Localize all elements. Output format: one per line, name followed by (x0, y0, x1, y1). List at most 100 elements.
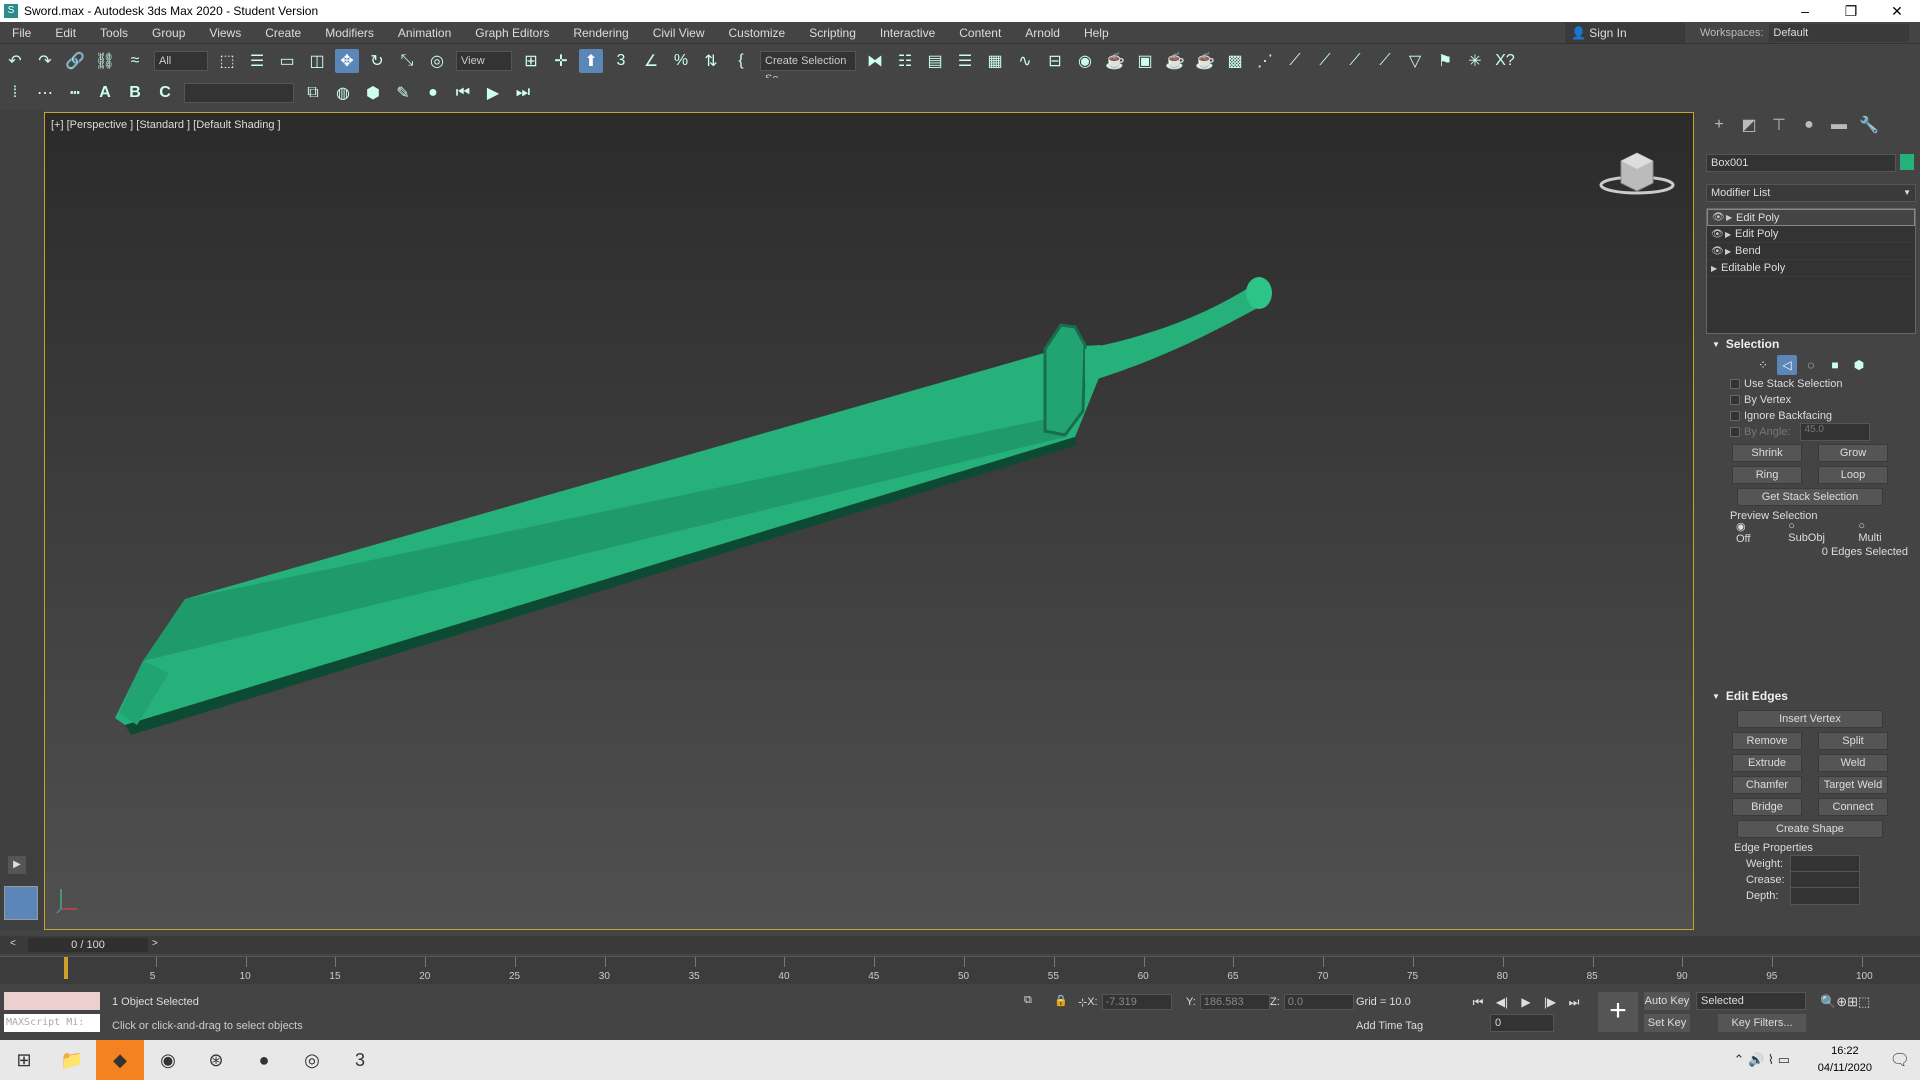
selection-rollout-header[interactable]: ▼ Selection (1706, 334, 1916, 354)
selection-set-dropdown[interactable]: Create Selection Se (760, 51, 856, 85)
z-field[interactable]: 0.0 (1283, 994, 1354, 1010)
menu-content[interactable]: Content (947, 26, 1013, 40)
prev-key-icon[interactable]: ◀| (1492, 992, 1512, 1012)
ref-coord-dropdown[interactable]: View (456, 51, 512, 71)
border-icon[interactable]: ◌ (1801, 355, 1821, 375)
next-frame-icon[interactable]: > (152, 938, 158, 949)
next-key-icon[interactable]: |▶ (1540, 992, 1560, 1012)
set-keys-icon[interactable]: + (1598, 992, 1638, 1032)
grid-snap-icon[interactable]: ⁞ (3, 81, 27, 105)
keyboard-shortcut-icon[interactable]: ⬆ (579, 49, 603, 73)
place-icon[interactable]: ◎ (425, 49, 449, 73)
stack-item-edit-poly-1[interactable]: 👁 ▶ Edit Poly (1707, 209, 1915, 226)
current-frame-field[interactable]: 0 (1490, 1014, 1554, 1032)
by-angle-checkbox[interactable]: By Angle: 45.0 (1706, 423, 1916, 441)
notification-icon[interactable]: 🗨 (1890, 1050, 1910, 1070)
element-icon[interactable]: ⬢ (1849, 355, 1869, 375)
bone-tools-icon[interactable]: ⋰ (1253, 49, 1277, 73)
text-b-icon[interactable]: B (123, 81, 147, 105)
play-anim-icon[interactable]: ▶ (481, 81, 505, 105)
angle-spinner[interactable]: 45.0 (1800, 423, 1871, 441)
motion-tab-icon[interactable]: ● (1797, 113, 1821, 137)
remove-button[interactable]: Remove (1732, 732, 1802, 750)
menu-arnold[interactable]: Arnold (1013, 26, 1072, 40)
ik-solver-icon[interactable]: ⟋ (1283, 49, 1307, 73)
window-crossing-icon[interactable]: ◫ (305, 49, 329, 73)
eye-icon[interactable]: 👁 (1711, 229, 1725, 240)
brush-icon[interactable]: ✎ (391, 81, 415, 105)
edit-edges-header[interactable]: ▼ Edit Edges (1706, 686, 1916, 706)
forward-icon[interactable]: ⏭ (511, 81, 535, 105)
schematic-view-icon[interactable]: ⊟ (1043, 49, 1067, 73)
edge-icon[interactable]: ◁ (1777, 355, 1797, 375)
by-vertex-checkbox[interactable]: By Vertex (1706, 392, 1916, 408)
curve-editor-icon[interactable]: ∿ (1013, 49, 1037, 73)
chamfer-button[interactable]: Chamfer (1732, 776, 1802, 794)
get-stack-selection-button[interactable]: Get Stack Selection (1737, 488, 1883, 506)
move-icon[interactable]: ✥ (335, 49, 359, 73)
text-c-icon[interactable]: C (153, 81, 177, 105)
target-weld-button[interactable]: Target Weld (1818, 776, 1888, 794)
menu-customize[interactable]: Customize (717, 26, 798, 40)
create-tab-icon[interactable]: + (1707, 113, 1731, 137)
stack-item-editable-poly[interactable]: ▶ Editable Poly (1707, 260, 1915, 277)
split-button[interactable]: Split (1818, 732, 1888, 750)
sphere-icon[interactable]: ● (421, 81, 445, 105)
bone-edit-icon[interactable]: ⟋ (1343, 49, 1367, 73)
material-editor-icon[interactable]: ◉ (1073, 49, 1097, 73)
paint-select-icon[interactable]: ◍ (331, 81, 355, 105)
discord-icon[interactable]: ◉ (144, 1040, 192, 1080)
workspace-dropdown[interactable]: Default (1769, 24, 1910, 42)
maximize-button[interactable]: ❐ (1828, 0, 1874, 22)
set-key-button[interactable]: Set Key (1644, 1014, 1690, 1032)
system-tray[interactable]: ⌃ 🔊 ⌇ ▭ (1733, 1052, 1790, 1068)
go-to-end-icon[interactable]: ⏭ (1564, 992, 1584, 1012)
depth-spinner[interactable] (1790, 887, 1860, 905)
current-frame-marker[interactable] (64, 957, 68, 979)
menu-views[interactable]: Views (197, 26, 253, 40)
auto-key-button[interactable]: Auto Key (1644, 992, 1690, 1010)
stack-item-edit-poly-2[interactable]: 👁 ▶ Edit Poly (1707, 226, 1915, 243)
snap-3d-icon[interactable]: 3 (609, 49, 633, 73)
menu-animation[interactable]: Animation (386, 26, 463, 40)
object-color-swatch[interactable] (1900, 154, 1914, 170)
menu-scripting[interactable]: Scripting (797, 26, 868, 40)
skin-icon[interactable]: ⟋ (1373, 49, 1397, 73)
prev-frame-icon[interactable]: < (10, 938, 16, 949)
steam-icon[interactable]: ⊛ (192, 1040, 240, 1080)
edit-named-sel-icon[interactable]: { (729, 49, 753, 73)
stack-item-bend[interactable]: 👁 ▶ Bend (1707, 243, 1915, 260)
link-icon[interactable]: 🔗 (63, 49, 87, 73)
insert-vertex-button[interactable]: Insert Vertex (1737, 710, 1883, 728)
3dsmax-icon[interactable]: 3 (336, 1040, 384, 1080)
modify-tab-icon[interactable]: ◩ (1737, 113, 1761, 137)
bind-space-warp-icon[interactable]: ≈ (123, 49, 147, 73)
maxscript-listener[interactable] (4, 992, 100, 1010)
ring-button[interactable]: Ring (1732, 466, 1802, 484)
ribbon-icon[interactable]: ▦ (983, 49, 1007, 73)
y-field[interactable]: 186.583 (1199, 994, 1270, 1010)
bone-icon[interactable]: ⟋ (1313, 49, 1337, 73)
zoom-all-icon[interactable]: ⊕ (1836, 994, 1847, 1010)
shrink-button[interactable]: Shrink (1732, 444, 1802, 462)
time-slider[interactable]: < 0 / 100 > (0, 936, 1920, 954)
scene-explorer-icon[interactable]: ▤ (923, 49, 947, 73)
menu-help[interactable]: Help (1072, 26, 1121, 40)
redo-icon[interactable]: ↷ (33, 49, 57, 73)
zoom-icon[interactable]: 🔍 (1820, 994, 1836, 1010)
selection-filter-dropdown[interactable]: All (154, 51, 208, 71)
go-to-start-icon[interactable]: ⏮ (1468, 992, 1488, 1012)
maximize-viewport-icon[interactable]: ⬚ (1858, 994, 1870, 1010)
sword-model[interactable] (45, 113, 1695, 931)
menu-edit[interactable]: Edit (43, 26, 88, 40)
menu-modifiers[interactable]: Modifiers (313, 26, 386, 40)
track-bar[interactable]: 5 10 15 20 25 30 35 40 45 50 55 60 65 70 75 80 85 90 95 100 (0, 956, 1920, 984)
render-iterative-icon[interactable]: ☕ (1193, 49, 1217, 73)
radio-off[interactable]: ◉ Off (1736, 520, 1774, 545)
xp-icon[interactable]: X? (1493, 49, 1517, 73)
select-by-name-icon[interactable]: ☰ (245, 49, 269, 73)
rotate-icon[interactable]: ↻ (365, 49, 389, 73)
clock[interactable]: 16:22 04/11/2020 (1818, 1043, 1872, 1077)
expand-icon[interactable]: ▶ (1725, 230, 1735, 239)
extrude-button[interactable]: Extrude (1732, 754, 1802, 772)
